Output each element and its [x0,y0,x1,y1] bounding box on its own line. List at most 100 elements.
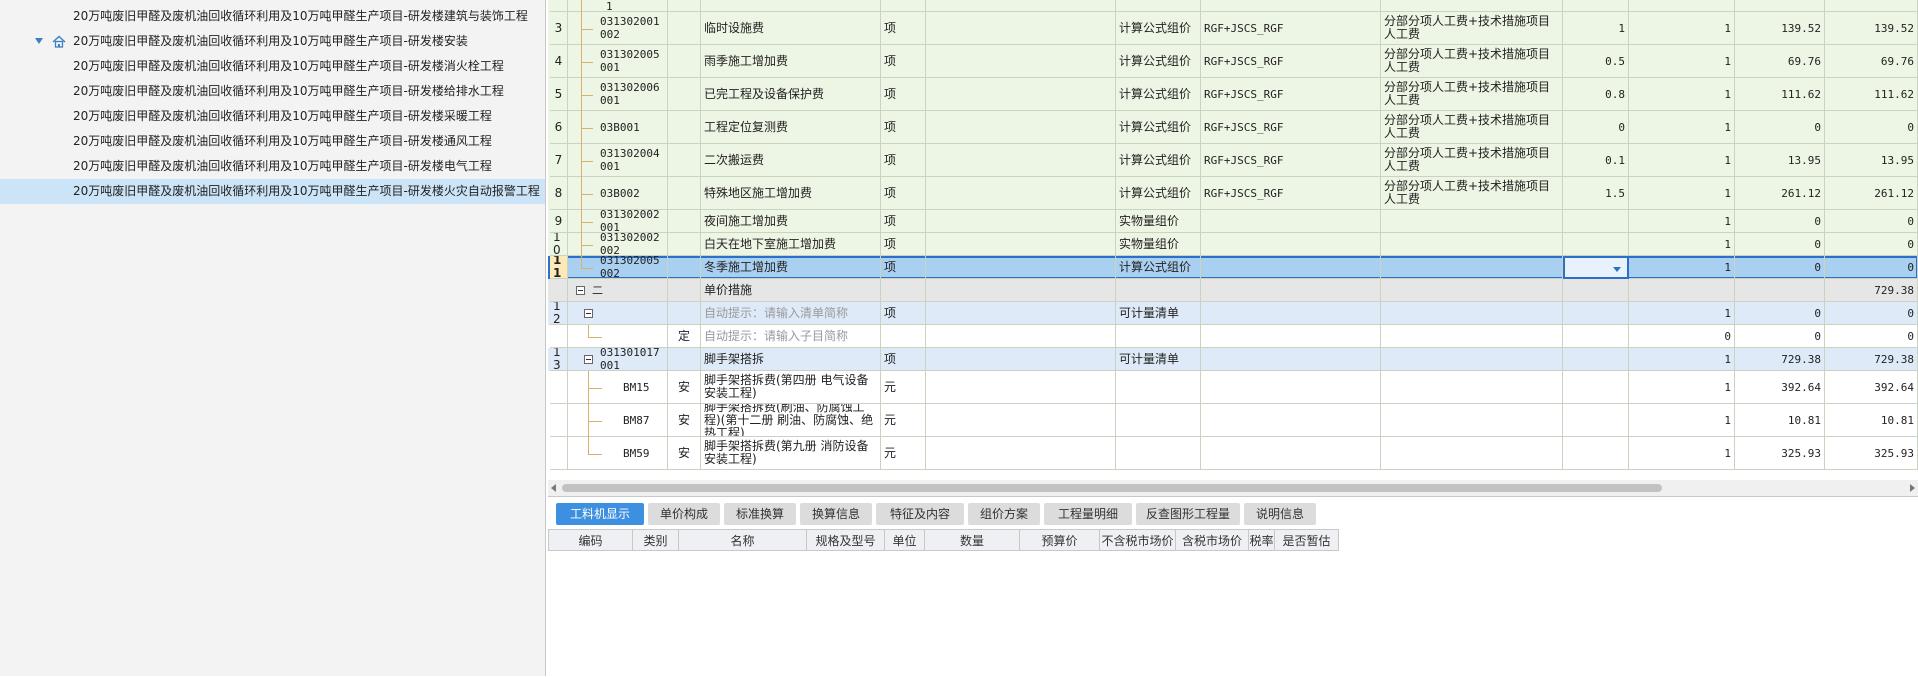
cell-formula[interactable] [1201,210,1381,233]
cell-basis[interactable] [1381,256,1563,279]
cell-name[interactable]: 临时设施费 [701,12,881,45]
cell-formula[interactable]: RGF+JSCS_RGF [1201,12,1381,45]
cell-rate[interactable] [1563,210,1629,233]
cell-unit[interactable]: 项 [881,78,926,111]
cell-blank[interactable] [926,144,1116,177]
cell-rate[interactable]: 0 [1563,111,1629,144]
cell-type[interactable] [668,0,701,12]
cell-price[interactable]: 0 [1735,233,1825,256]
cell-rate[interactable]: 0.5 [1563,45,1629,78]
cell-rate[interactable] [1563,0,1629,12]
cell-code[interactable] [568,325,668,348]
cell-rate[interactable] [1563,279,1629,302]
cell-unit[interactable] [881,279,926,302]
cell-rate[interactable] [1563,233,1629,256]
cell-formula[interactable]: RGF+JSCS_RGF [1201,144,1381,177]
cell-basis[interactable]: 分部分项人工费+技术措施项目人工费 [1381,45,1563,78]
cell-qty[interactable]: 1 [1629,302,1735,325]
cell-blank[interactable] [926,348,1116,371]
table-row[interactable]: 11 031302005002 冬季施工增加费项计算公式组价 1 0 0 [548,256,1918,279]
cell-type[interactable] [668,256,701,279]
table-row[interactable]: 4 031302005001 雨季施工增加费项计算公式组价 RGF+JSCS_RGF 分… [548,45,1918,78]
tree-item-hydrant[interactable]: 20万吨废旧甲醛及废机油回收循环利用及10万吨甲醛生产项目-研发楼消火栓工程 [0,54,545,79]
cell-qty[interactable]: 1 [1629,210,1735,233]
cell-unit[interactable]: 项 [881,144,926,177]
horizontal-scrollbar[interactable] [548,480,1918,496]
cell-method[interactable] [1116,0,1201,12]
cell-basis[interactable]: 分部分项人工费+技术措施项目人工费 [1381,144,1563,177]
cell-total[interactable]: 139.52 [1825,12,1918,45]
cell-price[interactable]: 0 [1735,302,1825,325]
cell-type[interactable] [668,177,701,210]
cell-code[interactable]: BM87 [568,404,668,437]
cell-unit[interactable]: 项 [881,12,926,45]
cell-unit[interactable]: 元 [881,404,926,437]
cell-total[interactable]: 729.38 [1825,348,1918,371]
cell-name[interactable]: 二次搬运费 [701,144,881,177]
cell-unit[interactable]: 元 [881,371,926,404]
cell-total[interactable]: 0 [1825,325,1918,348]
cell-method[interactable]: 可计量清单 [1116,302,1201,325]
cell-name[interactable]: 脚手架搭拆费(第九册 消防设备安装工程) [701,437,881,470]
cell-rate[interactable] [1563,325,1629,348]
minus-box-icon[interactable] [576,285,585,295]
cell-blank[interactable] [926,256,1116,279]
cell-qty[interactable]: 1 [1629,233,1735,256]
cell-price[interactable]: 10.81 [1735,404,1825,437]
cell-total[interactable]: 0 [1825,233,1918,256]
cell-qty[interactable]: 1 [1629,256,1735,279]
table-row[interactable]: BM59 安脚手架搭拆费(第九册 消防设备安装工程) 元 1 325.93 325.93 [548,437,1918,470]
cell-blank[interactable] [926,177,1116,210]
cell-no[interactable]: 11 [550,256,568,279]
column-header-8[interactable]: 含税市场价 [1176,529,1249,551]
cell-no[interactable]: 3 [550,12,568,45]
cell-no[interactable] [550,0,568,12]
minus-box-icon[interactable] [584,354,593,364]
cell-no[interactable] [550,325,568,348]
cell-blank[interactable] [926,371,1116,404]
cell-method[interactable] [1116,437,1201,470]
cell-total[interactable]: 10.81 [1825,404,1918,437]
column-header-3[interactable]: 规格及型号 [807,529,885,551]
cell-formula[interactable]: RGF+JSCS_RGF [1201,177,1381,210]
cell-name[interactable]: 脚手架搭拆费(刷油、防腐蚀工程)(第十二册 刷油、防腐蚀、绝热工程) [701,404,881,437]
cell-qty[interactable]: 1 [1629,437,1735,470]
dropdown-arrow-icon[interactable] [1613,267,1621,272]
cell-qty[interactable]: 1 [1629,12,1735,45]
tab-4[interactable]: 特征及内容 [876,503,964,525]
cell-unit[interactable]: 项 [881,233,926,256]
tab-8[interactable]: 说明信息 [1244,503,1316,525]
cell-price[interactable]: 392.64 [1735,371,1825,404]
cell-unit[interactable]: 项 [881,302,926,325]
table-row[interactable]: 6 03B001 工程定位复测费 项 计算公式组价 RGF+JSCS_RGF 分部分项人工费… [548,111,1918,144]
cell-blank[interactable] [926,12,1116,45]
cell-basis[interactable]: 分部分项人工费+技术措施项目人工费 [1381,78,1563,111]
cell-total[interactable]: 13.95 [1825,144,1918,177]
cell-price[interactable]: 69.76 [1735,45,1825,78]
cell-rate[interactable] [1563,404,1629,437]
column-header-0[interactable]: 编码 [548,529,633,551]
cell-rate[interactable] [1563,371,1629,404]
cell-type[interactable] [668,45,701,78]
cell-type[interactable] [668,279,701,302]
cell-method[interactable]: 实物量组价 [1116,233,1201,256]
cell-method[interactable]: 计算公式组价 [1116,144,1201,177]
cell-no[interactable] [550,279,568,302]
cell-name[interactable]: 特殊地区施工增加费 [701,177,881,210]
cell-total[interactable]: 0 [1825,302,1918,325]
cell-blank[interactable] [926,45,1116,78]
cell-basis[interactable]: 分部分项人工费+技术措施项目人工费 [1381,111,1563,144]
cell-blank[interactable] [926,78,1116,111]
cell-qty[interactable]: 1 [1629,348,1735,371]
cell-no[interactable]: 13 [550,348,568,371]
cell-method[interactable]: 可计量清单 [1116,348,1201,371]
cell-name[interactable]: 夜间施工增加费 [701,210,881,233]
cell-no[interactable]: 6 [550,111,568,144]
table-row[interactable]: 1 [548,0,1918,12]
cell-total[interactable]: 392.64 [1825,371,1918,404]
cell-name[interactable]: 已完工程及设备保护费 [701,78,881,111]
column-header-5[interactable]: 数量 [925,529,1020,551]
cell-name[interactable]: 单价措施 [701,279,881,302]
cell-unit[interactable]: 项 [881,210,926,233]
cell-name[interactable]: 自动提示：请输入清单简称 [701,302,881,325]
